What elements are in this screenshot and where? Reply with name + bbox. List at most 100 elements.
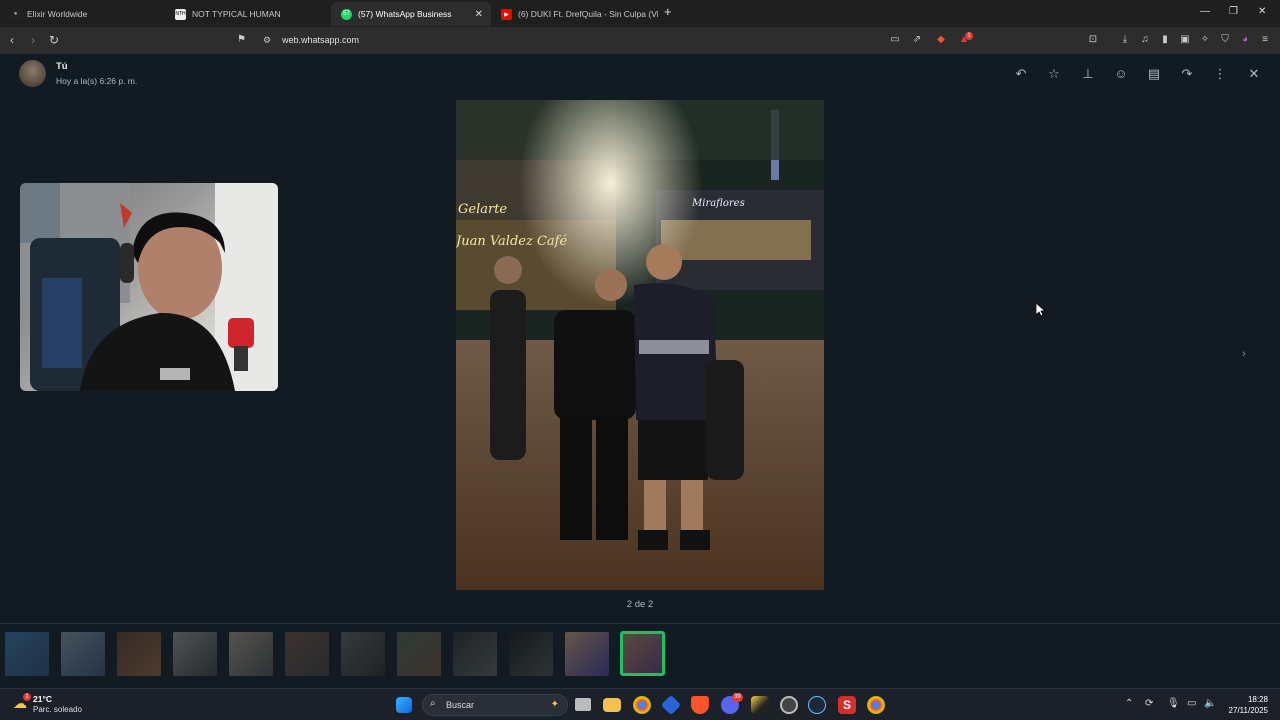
download-icon[interactable]: ⤓ bbox=[1119, 34, 1131, 46]
bookmark-icon[interactable]: ⚑ bbox=[237, 34, 246, 45]
nth-favicon-icon: NTH bbox=[175, 8, 186, 20]
photo-scene: Gelarte Juan Valdez Café Miraflores bbox=[456, 100, 824, 590]
cast-icon[interactable]: ▭ bbox=[889, 34, 901, 46]
tab-label: Elixir Worldwide bbox=[27, 9, 88, 19]
pin-icon[interactable]: ⊥ bbox=[1080, 66, 1096, 82]
close-icon[interactable]: ✕ bbox=[1246, 66, 1262, 82]
microphone-icon[interactable]: 🎙 bbox=[1167, 698, 1180, 709]
person-background bbox=[490, 290, 526, 460]
sync-icon[interactable]: ⟳ bbox=[1145, 698, 1153, 709]
obs-icon[interactable] bbox=[780, 696, 798, 714]
thumbnail[interactable] bbox=[565, 632, 609, 676]
thumbnail-selected[interactable] bbox=[620, 631, 665, 676]
emoji-icon[interactable]: ☺ bbox=[1113, 66, 1129, 82]
vpn-icon[interactable]: ⛉ bbox=[1219, 34, 1231, 46]
notepad-app-icon[interactable] bbox=[751, 696, 769, 714]
delete-icon[interactable]: ▤ bbox=[1146, 66, 1162, 82]
thumbnail[interactable] bbox=[61, 632, 105, 676]
close-window-icon[interactable]: ✕ bbox=[1258, 6, 1266, 17]
extension-icon[interactable]: ◕ bbox=[1239, 34, 1251, 46]
thumbnail[interactable] bbox=[117, 632, 161, 676]
wallet-icon[interactable]: ▣ bbox=[1179, 34, 1191, 46]
minimize-icon[interactable]: — bbox=[1200, 6, 1210, 17]
brave-shield-icon[interactable]: ◆ bbox=[935, 34, 947, 46]
tab-whatsapp[interactable]: 57 (57) WhatsApp Business ✕ bbox=[331, 2, 491, 26]
clock[interactable]: 18:28 27/11/2025 bbox=[1220, 694, 1268, 716]
close-tab-icon[interactable]: ✕ bbox=[475, 9, 483, 20]
tab-label: (57) WhatsApp Business bbox=[358, 9, 452, 19]
person-left-torso bbox=[554, 310, 636, 420]
app-diamond-icon[interactable] bbox=[660, 694, 682, 716]
leo-ai-icon[interactable]: ✧ bbox=[1199, 34, 1211, 46]
tab-badge: 57 bbox=[343, 11, 350, 17]
next-media-icon[interactable]: › bbox=[1242, 348, 1246, 360]
avatar[interactable] bbox=[19, 60, 46, 87]
windows-start-icon[interactable] bbox=[396, 697, 412, 713]
address-bar-row: ‹ › ↻ ⚑ ⚙ web.whatsapp.com ▭ ⇗ ◆ ▲ 1 ⊡ ⤓… bbox=[0, 27, 1280, 54]
chrome-icon[interactable] bbox=[633, 696, 651, 714]
search-label: Buscar bbox=[446, 700, 475, 710]
headphones bbox=[120, 243, 134, 283]
weather-description[interactable]: Parc. soleado bbox=[33, 705, 82, 714]
browser-tab-bar: ● Elixir Worldwide NTH NOT TYPICAL HUMAN… bbox=[0, 0, 1280, 27]
steam-icon[interactable] bbox=[808, 696, 826, 714]
sender-name: Tú bbox=[56, 61, 68, 72]
photo-sign-juan-valdez: Juan Valdez Café bbox=[456, 234, 567, 249]
main-photo[interactable]: Gelarte Juan Valdez Café Miraflores bbox=[456, 100, 824, 590]
volume-icon[interactable]: 🔈 bbox=[1204, 698, 1216, 709]
thumbnail[interactable] bbox=[341, 632, 385, 676]
thumbnail[interactable] bbox=[509, 632, 553, 676]
discord-badge: 39 bbox=[732, 693, 743, 702]
forward-icon[interactable]: › bbox=[31, 33, 35, 47]
webcam-scene bbox=[20, 183, 278, 391]
star-icon[interactable]: ☆ bbox=[1046, 66, 1062, 82]
reload-icon[interactable]: ↻ bbox=[49, 33, 59, 47]
taskbar: ☁ 1 21°C Parc. soleado ⌕ Buscar ✦ 39 S ⌃… bbox=[0, 688, 1280, 720]
music-icon[interactable]: ♫ bbox=[1139, 34, 1151, 46]
thumbnail[interactable] bbox=[173, 632, 217, 676]
alert-badge: 1 bbox=[965, 32, 973, 40]
restore-icon[interactable]: ❐ bbox=[1229, 6, 1238, 17]
thumbnail[interactable] bbox=[5, 632, 49, 676]
thumbnail[interactable] bbox=[453, 632, 497, 676]
chrome-profile-icon[interactable] bbox=[867, 696, 885, 714]
forward-icon[interactable]: ↷ bbox=[1179, 66, 1195, 82]
new-tab-button[interactable]: + bbox=[664, 4, 672, 19]
url-text[interactable]: web.whatsapp.com bbox=[282, 35, 359, 45]
site-info-icon[interactable]: ⚙ bbox=[263, 35, 271, 46]
tab-youtube[interactable]: ▶ (6) DUKI Ft. DrefQuila - Sin Culpa (Vi bbox=[491, 2, 658, 26]
whatsapp-favicon-icon: 57 bbox=[341, 8, 352, 20]
youtube-favicon-icon: ▶ bbox=[501, 8, 512, 20]
task-view-icon[interactable] bbox=[575, 698, 591, 711]
sidebar-icon[interactable]: ▮ bbox=[1159, 34, 1171, 46]
thumbnail[interactable] bbox=[397, 632, 441, 676]
microphone bbox=[228, 318, 254, 348]
tab-not-typical-human[interactable]: NTH NOT TYPICAL HUMAN bbox=[165, 2, 331, 26]
screenshot-icon[interactable]: ⊡ bbox=[1087, 34, 1099, 46]
file-explorer-icon[interactable] bbox=[603, 698, 621, 712]
photo-sign-miraflores: Miraflores bbox=[691, 198, 745, 209]
back-icon[interactable]: ‹ bbox=[10, 33, 14, 47]
thumbnail[interactable] bbox=[229, 632, 273, 676]
taskbar-search[interactable]: ⌕ Buscar ✦ bbox=[422, 694, 568, 716]
menu-icon[interactable]: ≡ bbox=[1259, 34, 1271, 46]
mouse-cursor-icon bbox=[1036, 303, 1046, 317]
person-right-head bbox=[646, 244, 682, 280]
webcam-overlay bbox=[20, 183, 278, 391]
clock-date: 27/11/2025 bbox=[1228, 706, 1268, 715]
photo-sign-gelarte: Gelarte bbox=[458, 202, 507, 217]
tab-label: (6) DUKI Ft. DrefQuila - Sin Culpa (Vi bbox=[518, 9, 658, 19]
thumbnail[interactable] bbox=[285, 632, 329, 676]
thumbnail-strip bbox=[0, 623, 1280, 688]
weather-temp[interactable]: 21°C bbox=[33, 694, 52, 704]
clock-time: 18:28 bbox=[1247, 695, 1268, 704]
share-icon[interactable]: ⇗ bbox=[911, 34, 923, 46]
reply-icon[interactable]: ↶ bbox=[1013, 66, 1029, 82]
brave-icon[interactable] bbox=[691, 696, 709, 714]
tab-elixir[interactable]: ● Elixir Worldwide bbox=[0, 2, 165, 26]
show-hidden-icons[interactable]: ⌃ bbox=[1125, 698, 1133, 709]
display-icon[interactable]: ▭ bbox=[1187, 698, 1196, 709]
weather-badge: 1 bbox=[23, 693, 31, 701]
app-s-icon[interactable]: S bbox=[838, 696, 856, 714]
more-icon[interactable]: ⋮ bbox=[1212, 66, 1228, 82]
